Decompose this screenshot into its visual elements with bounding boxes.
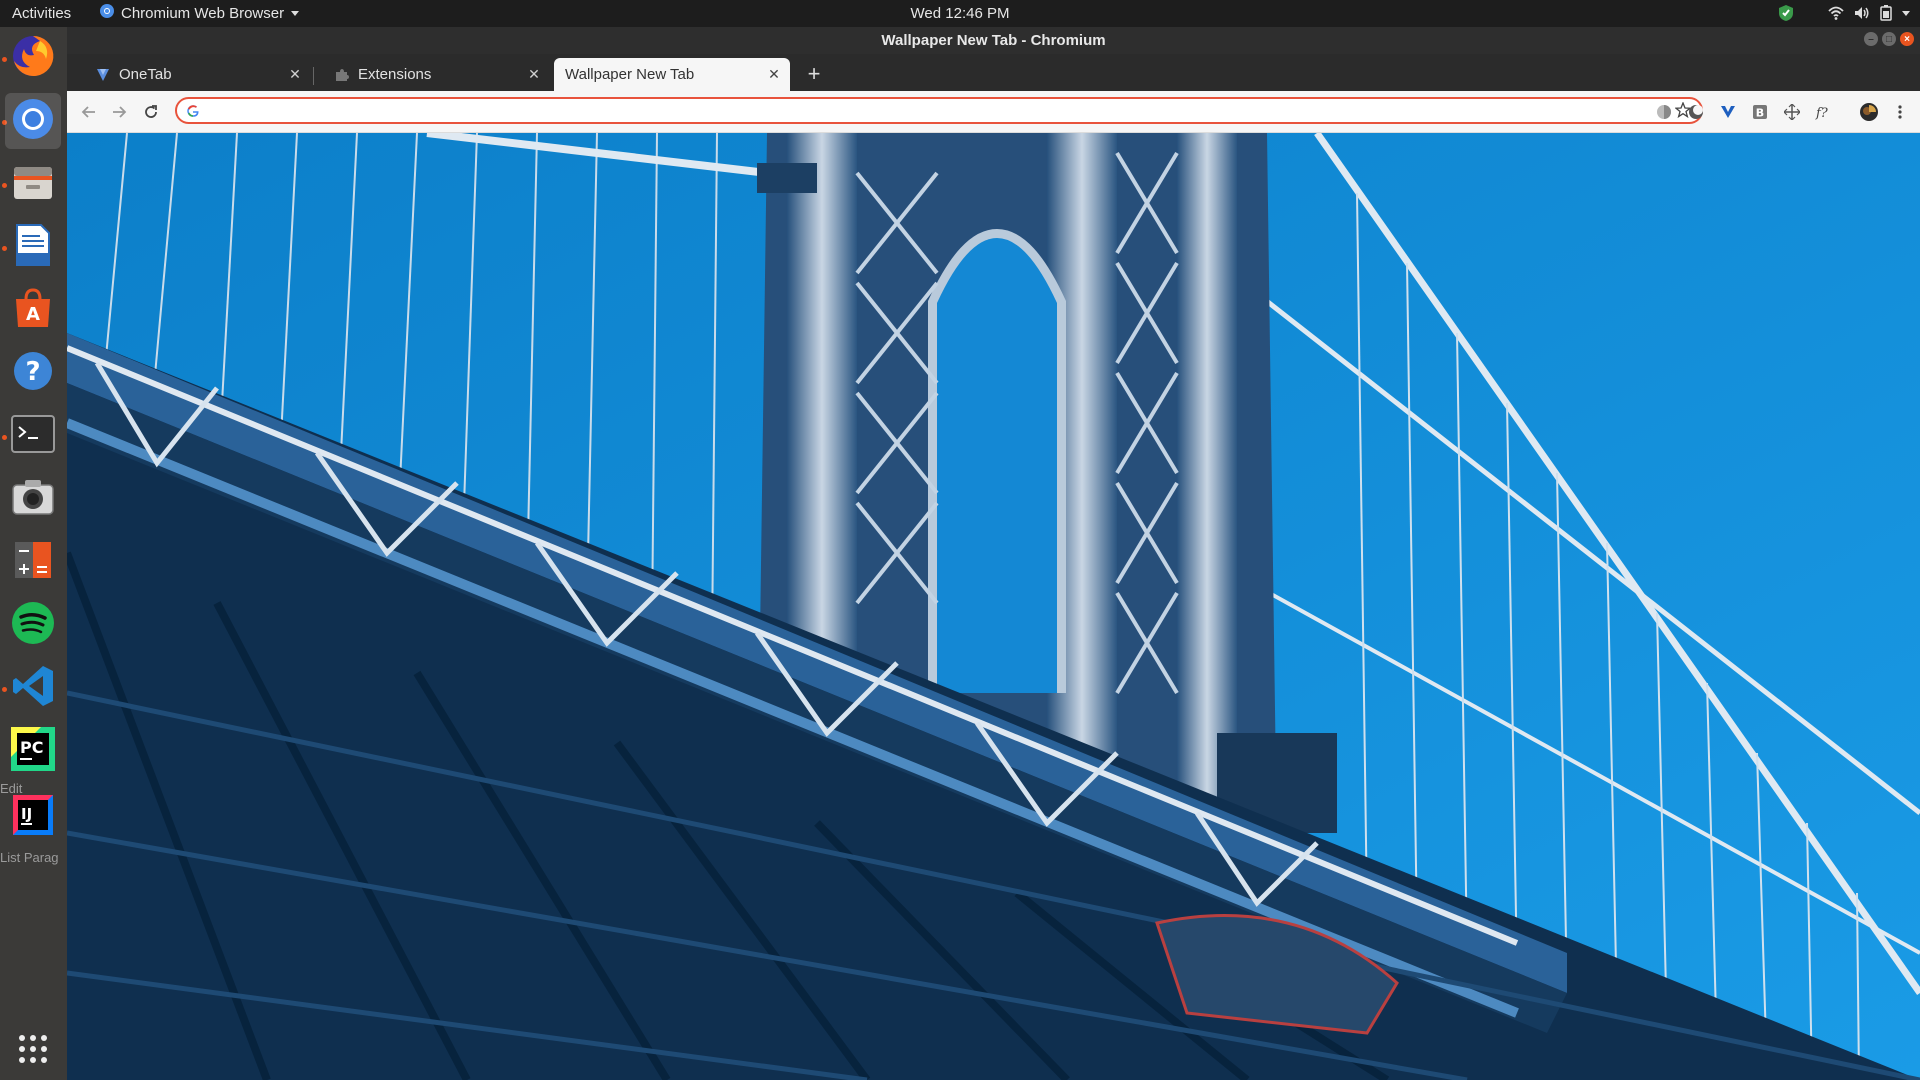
puzzle-icon (334, 67, 350, 83)
dock-calculator[interactable] (5, 534, 61, 590)
volume-icon[interactable] (1854, 6, 1870, 20)
window-title: Wallpaper New Tab - Chromium (881, 32, 1106, 49)
dock-vscode[interactable] (5, 660, 61, 716)
wifi-icon[interactable] (1828, 6, 1844, 20)
top-bar: Activities Chromium Web Browser Wed 12:4… (0, 0, 1920, 27)
reload-button[interactable] (140, 101, 162, 123)
title-bar[interactable]: Wallpaper New Tab - Chromium – □ × (67, 27, 1920, 54)
pycharm-icon: PC (11, 726, 55, 776)
new-tab-button[interactable]: + (802, 61, 826, 86)
svg-text:PC: PC (20, 738, 43, 757)
wallpaper-background (67, 133, 1920, 1080)
app-menu[interactable]: Chromium Web Browser (100, 4, 300, 22)
dock-pycharm[interactable]: PC (5, 723, 61, 779)
dark-mode-extension-icon[interactable] (1685, 101, 1707, 123)
battery-icon[interactable] (1880, 5, 1892, 21)
formula-extension-icon[interactable]: f? (1813, 101, 1835, 123)
close-window-button[interactable]: × (1900, 32, 1914, 46)
intellij-icon: IJ (13, 794, 53, 840)
activities-button[interactable]: Activities (12, 5, 71, 22)
svg-text:f?: f? (1815, 106, 1829, 120)
dock-intellij[interactable]: IJ (5, 789, 61, 845)
extension-icon[interactable] (1653, 101, 1675, 123)
terminal-icon (11, 414, 55, 458)
files-icon (12, 161, 54, 208)
close-icon[interactable]: ✕ (766, 66, 782, 83)
spotify-icon (11, 601, 55, 650)
tab-onetab[interactable]: OneTab ✕ (75, 58, 311, 91)
shield-icon[interactable] (1778, 4, 1794, 22)
browser-toolbar: B f? (67, 91, 1920, 133)
chrome-menu-icon[interactable] (1889, 101, 1911, 123)
bold-extension-icon[interactable]: B (1749, 101, 1771, 123)
address-input[interactable] (207, 101, 1651, 122)
close-icon[interactable]: ✕ (287, 66, 303, 83)
dock-writer[interactable] (5, 219, 61, 275)
calculator-icon (13, 540, 53, 585)
ubuntu-software-icon: A (12, 287, 54, 334)
svg-text:IJ: IJ (21, 805, 32, 823)
arrow-right-icon (113, 106, 127, 118)
close-icon[interactable]: ✕ (526, 66, 542, 83)
svg-text:A: A (26, 304, 40, 325)
app-menu-label: Chromium Web Browser (121, 4, 285, 22)
firefox-icon (10, 33, 56, 84)
vimium-extension-icon[interactable] (1717, 101, 1739, 123)
arrow-left-icon (81, 106, 95, 118)
chromium-window: Wallpaper New Tab - Chromium – □ × OneTa… (67, 27, 1920, 1080)
chromium-icon (11, 97, 55, 146)
onetab-icon (95, 67, 111, 83)
tab-label: Wallpaper New Tab (565, 66, 695, 83)
dock-help[interactable]: ? (5, 345, 61, 401)
profile-avatar[interactable] (1858, 101, 1880, 123)
tab-extensions[interactable]: Extensions ✕ (314, 58, 550, 91)
dock-chromium[interactable] (5, 93, 61, 149)
ghost-list-text: List Parag (0, 850, 59, 865)
address-bar[interactable] (175, 97, 1703, 124)
svg-text:?: ? (25, 357, 40, 387)
dock-software[interactable]: A (5, 282, 61, 338)
back-button[interactable] (77, 101, 99, 123)
clock[interactable]: Wed 12:46 PM (911, 5, 1010, 22)
chromium-small-icon (100, 4, 114, 22)
dock: A ? PC Edit IJ List Parag (0, 27, 68, 1080)
dock-firefox[interactable] (5, 30, 61, 86)
tab-label: OneTab (119, 66, 172, 83)
dock-files[interactable] (5, 156, 61, 212)
camera-icon (11, 478, 55, 521)
minimize-button[interactable]: – (1864, 32, 1878, 46)
move-extension-icon[interactable] (1781, 101, 1803, 123)
libreoffice-writer-icon (13, 223, 53, 272)
dock-spotify[interactable] (5, 597, 61, 653)
dock-terminal[interactable] (5, 408, 61, 464)
vscode-icon (11, 664, 55, 713)
maximize-button[interactable]: □ (1882, 32, 1896, 46)
dock-screenshot[interactable] (5, 471, 61, 527)
system-menu-chevron-icon[interactable] (1902, 10, 1910, 16)
tab-strip: OneTab ✕ Extensions ✕ Wallpaper New Tab … (67, 54, 1920, 91)
forward-button[interactable] (109, 101, 131, 123)
tab-wallpaper-new-tab[interactable]: Wallpaper New Tab ✕ (554, 58, 790, 91)
bridge-wallpaper-image (67, 133, 1920, 1080)
chevron-down-icon (291, 10, 300, 16)
help-icon: ? (12, 350, 54, 397)
system-tray (1778, 4, 1910, 22)
google-icon (186, 104, 200, 123)
svg-text:B: B (1756, 107, 1764, 120)
reload-icon (145, 105, 157, 118)
show-applications-icon (17, 1033, 49, 1070)
tab-label: Extensions (358, 66, 432, 83)
show-applications-button[interactable] (5, 1023, 61, 1079)
